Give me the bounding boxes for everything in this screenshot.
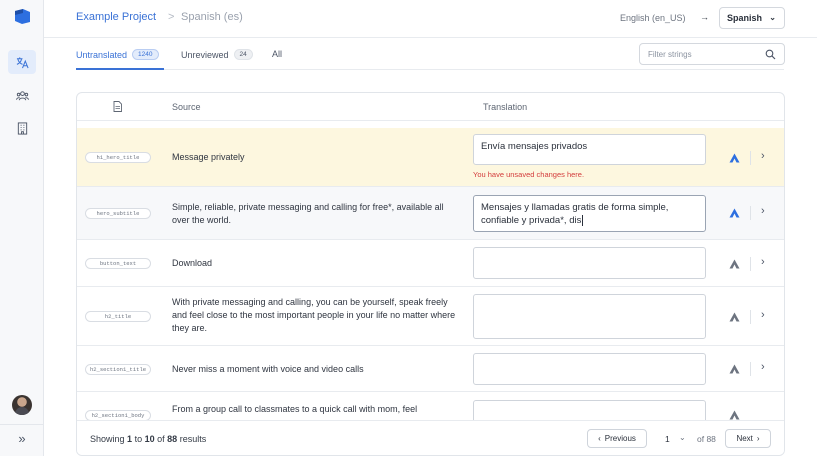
strings-table: Source Translation h1_hero_title Message… bbox=[76, 92, 785, 456]
tab-unreviewed[interactable]: Unreviewed 24 bbox=[181, 49, 253, 60]
translation-text: Envía mensajes privados bbox=[481, 141, 588, 152]
machine-translation-icon[interactable] bbox=[729, 153, 740, 163]
text-cursor bbox=[582, 215, 584, 226]
expand-sidebar-icon[interactable]: » bbox=[14, 432, 30, 446]
source-locale-label: English (en_US) bbox=[620, 13, 686, 23]
translation-input[interactable] bbox=[473, 294, 706, 339]
next-button[interactable]: Next › bbox=[725, 429, 771, 448]
filter-input[interactable]: Filter strings bbox=[639, 43, 785, 65]
results-to: 10 bbox=[144, 434, 155, 444]
translate-icon bbox=[16, 56, 29, 68]
column-header-source: Source bbox=[172, 102, 201, 112]
tab-all[interactable]: All bbox=[272, 49, 282, 59]
table-row[interactable]: h2_title With private messaging and call… bbox=[77, 287, 784, 346]
machine-translation-icon[interactable] bbox=[729, 364, 740, 374]
chevron-right-icon: › bbox=[756, 434, 760, 443]
search-icon[interactable] bbox=[765, 49, 776, 60]
translation-input[interactable] bbox=[473, 353, 706, 385]
column-header-translation: Translation bbox=[483, 102, 528, 112]
unsaved-warning: You have unsaved changes here. bbox=[473, 170, 585, 179]
results-of-word: of bbox=[157, 434, 165, 444]
translation-input[interactable] bbox=[473, 247, 706, 279]
sidebar-item-translate[interactable] bbox=[8, 50, 36, 74]
source-text: With private messaging and calling, you … bbox=[172, 297, 456, 333]
breadcrumb-locale: Spanish (es) bbox=[181, 11, 243, 23]
next-label: Next bbox=[736, 434, 753, 443]
sidebar: » bbox=[0, 0, 44, 456]
filter-placeholder: Filter strings bbox=[648, 50, 692, 59]
source-text: Message privately bbox=[172, 152, 245, 162]
action-divider bbox=[750, 151, 751, 165]
tab-label: Untranslated bbox=[76, 49, 128, 60]
results-word: results bbox=[179, 434, 207, 444]
tab-label: Unreviewed bbox=[181, 49, 229, 60]
results-summary: Showing 1 to 10 of 88 results bbox=[90, 434, 206, 444]
breadcrumb-project[interactable]: Example Project bbox=[76, 11, 156, 23]
tab-bar: Untranslated 1240 Unreviewed 24 All Filt… bbox=[44, 38, 817, 70]
table-row[interactable]: h2_section1_title Never miss a moment wi… bbox=[77, 346, 784, 392]
translation-input[interactable]: Mensajes y llamadas gratis de forma simp… bbox=[473, 195, 706, 232]
arrow-right-icon: → bbox=[700, 12, 709, 22]
chevron-left-icon: ‹ bbox=[598, 434, 601, 443]
sidebar-item-team[interactable] bbox=[8, 83, 36, 107]
chevron-right-icon[interactable]: › bbox=[761, 256, 765, 268]
page-select[interactable]: 1 bbox=[665, 434, 670, 444]
results-to-word: to bbox=[134, 434, 143, 444]
tab-label: All bbox=[272, 49, 283, 59]
table-row[interactable]: button_text Download › bbox=[77, 240, 784, 287]
table-row[interactable]: hero_subtitle Simple, reliable, private … bbox=[77, 187, 784, 240]
source-text: Download bbox=[172, 258, 213, 268]
source-text: Simple, reliable, private messaging and … bbox=[172, 202, 444, 225]
breadcrumb-separator: > bbox=[168, 11, 175, 23]
action-divider bbox=[750, 206, 751, 220]
results-total: 88 bbox=[167, 434, 178, 444]
table-row[interactable]: h1_hero_title Message privately Envía me… bbox=[77, 128, 784, 187]
team-icon bbox=[15, 90, 29, 100]
header: Example Project > Spanish (es) English (… bbox=[44, 0, 817, 38]
avatar[interactable] bbox=[12, 395, 32, 415]
string-key: h2_section1_title bbox=[85, 364, 151, 375]
chevron-down-icon: ⌄ bbox=[769, 13, 776, 22]
chevron-right-icon[interactable]: › bbox=[761, 361, 765, 373]
sidebar-item-organization[interactable] bbox=[8, 116, 36, 140]
language-select[interactable]: Spanish ⌄ bbox=[719, 7, 785, 29]
action-divider bbox=[750, 310, 751, 324]
previous-label: Previous bbox=[604, 434, 636, 443]
source-text: Never miss a moment with voice and video… bbox=[172, 364, 364, 374]
logo-icon[interactable] bbox=[14, 9, 31, 24]
table-header: Source Translation bbox=[77, 93, 784, 121]
chevron-right-icon[interactable]: › bbox=[761, 205, 765, 217]
building-icon bbox=[17, 121, 27, 135]
tab-untranslated[interactable]: Untranslated 1240 bbox=[76, 49, 159, 60]
translation-text: Mensajes y llamadas gratis de forma simp… bbox=[481, 202, 669, 226]
count-badge: 24 bbox=[233, 49, 253, 60]
chevron-down-icon[interactable]: ⌄ bbox=[679, 433, 686, 442]
sidebar-divider bbox=[0, 424, 44, 425]
count-badge: 1240 bbox=[132, 49, 159, 60]
machine-translation-icon[interactable] bbox=[729, 259, 740, 269]
machine-translation-icon[interactable] bbox=[729, 208, 740, 218]
tab-divider bbox=[76, 69, 784, 70]
language-select-value: Spanish bbox=[727, 13, 763, 23]
document-icon bbox=[113, 101, 122, 112]
string-key: h2_title bbox=[85, 311, 151, 322]
machine-translation-icon[interactable] bbox=[729, 312, 740, 322]
chevron-right-icon[interactable]: › bbox=[761, 150, 765, 162]
chevron-right-icon[interactable]: › bbox=[761, 309, 765, 321]
action-divider bbox=[750, 257, 751, 271]
string-key: button_text bbox=[85, 258, 151, 269]
pagination-footer: Showing 1 to 10 of 88 results ‹ Previous… bbox=[77, 420, 784, 455]
results-from: 1 bbox=[127, 434, 133, 444]
source-text: From a group call to classmates to a qui… bbox=[172, 404, 418, 414]
action-divider bbox=[750, 362, 751, 376]
machine-translation-icon[interactable] bbox=[729, 410, 740, 420]
string-key: hero_subtitle bbox=[85, 208, 151, 219]
page-count: of 88 bbox=[697, 434, 716, 444]
translation-input[interactable]: Envía mensajes privados bbox=[473, 134, 706, 165]
previous-button[interactable]: ‹ Previous bbox=[587, 429, 647, 448]
string-key: h1_hero_title bbox=[85, 152, 151, 163]
results-prefix: Showing bbox=[90, 434, 125, 444]
active-tab-indicator bbox=[76, 68, 164, 70]
